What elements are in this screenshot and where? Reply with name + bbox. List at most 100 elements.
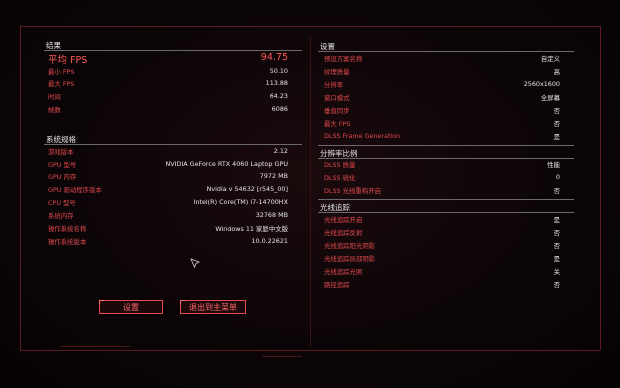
ray-tracing-row-label: 光线追踪阳光阴影 [324, 242, 376, 250]
results-row: 最大 FPS 113.88 [44, 79, 302, 89]
settings-separator [318, 51, 574, 52]
system-row: 操作系统版本 10.0.22621 [44, 237, 302, 247]
system-row-label: GPU 型号 [48, 161, 77, 169]
settings-row: 最大 FPS 否 [318, 119, 574, 129]
system-row: 操作系统名称 Windows 11 家庭中文版 [44, 224, 302, 234]
settings-row-label: 分辨率 [324, 81, 344, 89]
ray-tracing-row: 光线追踪反射 否 [318, 228, 574, 238]
system-row: GPU 内存 7972 MB [44, 172, 302, 182]
results-row-label: 帧数 [48, 106, 61, 114]
settings-row-value: 是 [553, 133, 560, 141]
settings-row-label: 窗口模式 [324, 94, 350, 102]
ray-tracing-row-value: 关 [553, 268, 560, 276]
ray-tracing-row-value: 否 [553, 242, 560, 250]
ray-tracing-row-label: 路径追踪 [324, 281, 350, 289]
resolution-row-value: 否 [553, 187, 560, 195]
results-row: 帧数 6086 [44, 105, 302, 115]
system-row-label: 操作系统版本 [48, 238, 87, 246]
benchmark-results-screen: 结果 平均 FPS 94.75 最小 FPS 50.10 最大 FPS 113.… [0, 0, 620, 388]
settings-row: 垂直同步 否 [318, 106, 574, 116]
results-row-value: 113.88 [265, 79, 288, 87]
settings-row: 分辨率 2560x1600 [318, 80, 574, 90]
system-specs-separator [44, 144, 302, 145]
system-row-label: 操作系统名称 [48, 225, 87, 233]
settings-row-label: 预设方案名称 [324, 55, 363, 63]
ray-tracing-row-value: 否 [553, 281, 560, 289]
ray-tracing-row-value: 是 [553, 255, 560, 263]
results-row-value: 50.10 [269, 67, 288, 75]
system-row-value: NVIDIA GeForce RTX 4060 Laptop GPU [165, 160, 288, 168]
settings-row-value: 2560x1600 [523, 80, 560, 88]
bottom-left-accent-line [60, 346, 130, 347]
ray-tracing-row: 路径追踪 否 [318, 280, 574, 290]
ray-tracing-row: 光线追踪光照 关 [318, 267, 574, 277]
ray-tracing-row: 光线追踪局部阴影 是 [318, 254, 574, 264]
system-row-value: Windows 11 家庭中文版 [215, 225, 288, 233]
results-row: 时间 64.23 [44, 92, 302, 102]
results-row-label: 最大 FPS [48, 80, 75, 88]
left-panel: 结果 平均 FPS 94.75 最小 FPS 50.10 最大 FPS 113.… [44, 38, 302, 338]
avg-fps-row: 平均 FPS 94.75 [44, 52, 302, 66]
settings-row-value: 自定义 [540, 55, 560, 63]
ray-tracing-row-label: 光线追踪开启 [324, 216, 363, 224]
ray-tracing-row: 光线追踪开启 是 [318, 215, 574, 225]
resolution-row-value: 性能 [547, 161, 560, 169]
settings-row-label: DLSS Frame Generation [324, 132, 401, 140]
system-row: GPU 驱动程序版本 Nvidia v 54632 [r545_00] [44, 185, 302, 195]
ray-tracing-row-label: 光线追踪局部阴影 [324, 255, 376, 263]
results-row: 最小 FPS 50.10 [44, 67, 302, 77]
settings-row: 纹理质量 高 [318, 67, 574, 77]
ray-tracing-row-label: 光线追踪反射 [324, 229, 363, 237]
system-row: GPU 型号 NVIDIA GeForce RTX 4060 Laptop GP… [44, 160, 302, 170]
results-row-value: 6086 [271, 105, 288, 113]
right-panel: 设置 预设方案名称 自定义 纹理质量 高 分辨率 2560x1600 窗口模式 … [318, 38, 574, 298]
frame-left-line [20, 26, 21, 350]
resolution-row: DLSS 锐化 0 [318, 173, 574, 183]
results-row-label: 时间 [48, 93, 61, 101]
system-row: 游戏版本 2.12 [44, 147, 302, 157]
settings-row: 预设方案名称 自定义 [318, 54, 574, 64]
ray-tracing-row-label: 光线追踪光照 [324, 268, 363, 276]
avg-fps-value: 94.75 [260, 52, 288, 63]
system-row-label: GPU 内存 [48, 173, 77, 181]
system-row-label: CPU 型号 [48, 199, 76, 207]
settings-row-label: 最大 FPS [324, 120, 351, 128]
settings-row: DLSS Frame Generation 是 [318, 132, 574, 142]
system-row: 系统内存 32768 MB [44, 211, 302, 221]
system-row-value: 10.0.22621 [251, 237, 288, 245]
settings-row-value: 全屏幕 [540, 94, 560, 102]
frame-top-line [20, 26, 600, 27]
ray-tracing-separator [318, 212, 574, 213]
avg-fps-label: 平均 FPS [48, 55, 88, 66]
settings-row-label: 垂直同步 [324, 107, 350, 115]
settings-row: 窗口模式 全屏幕 [318, 93, 574, 103]
bottom-center-accent-line [262, 356, 302, 357]
resolution-scaling-separator [318, 158, 574, 159]
ray-tracing-row-value: 是 [553, 216, 560, 224]
system-row-value: 7972 MB [259, 172, 288, 180]
exit-to-main-menu-button[interactable]: 退出到主菜单 [180, 300, 246, 314]
settings-row-value: 否 [553, 120, 560, 128]
settings-button[interactable]: 设置 [99, 300, 163, 314]
settings-row-label: 纹理质量 [324, 68, 350, 76]
resolution-row-label: DLSS 质量 [324, 161, 356, 169]
resolution-scaling-top-separator [318, 145, 574, 146]
system-row-value: 2.12 [273, 147, 288, 155]
settings-row-value: 否 [553, 107, 560, 115]
system-row-label: GPU 驱动程序版本 [48, 186, 102, 194]
results-row-label: 最小 FPS [48, 68, 75, 76]
system-row: CPU 型号 Intel(R) Core(TM) i7-14700HX [44, 198, 302, 208]
ray-tracing-row-value: 否 [553, 229, 560, 237]
system-row-value: Nvidia v 54632 [r545_00] [206, 185, 288, 193]
frame-right-line [600, 26, 601, 350]
system-row-value: Intel(R) Core(TM) i7-14700HX [193, 198, 289, 206]
resolution-row: DLSS 质量 性能 [318, 160, 574, 170]
resolution-row-label: DLSS 锐化 [324, 174, 356, 182]
results-separator [44, 50, 302, 51]
frame-bottom-line [20, 350, 600, 351]
settings-row-value: 高 [553, 68, 560, 76]
mouse-cursor-icon [190, 258, 201, 269]
resolution-row-label: DLSS 光线重构开启 [324, 187, 381, 195]
ray-tracing-row: 光线追踪阳光阴影 否 [318, 241, 574, 251]
ray-tracing-top-separator [318, 199, 574, 200]
